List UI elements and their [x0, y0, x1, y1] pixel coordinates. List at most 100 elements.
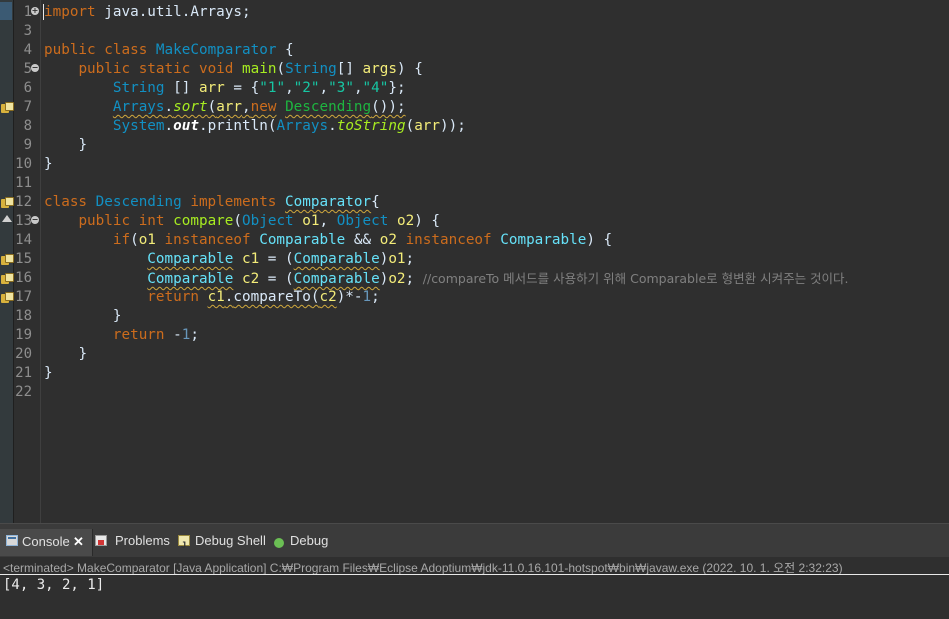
static-method: toString	[336, 118, 406, 134]
tab-debug-shell-label: Debug Shell	[195, 533, 266, 548]
code-line-18: }	[44, 307, 122, 326]
code-text: .	[164, 118, 174, 134]
fold-collapse-icon[interactable]: −	[31, 216, 39, 224]
debug-icon	[274, 538, 284, 548]
line-number: 18	[15, 308, 32, 324]
variable: c1	[207, 289, 225, 305]
warning-marker-icon[interactable]	[1, 292, 14, 303]
code-line-15: Comparable c1 = (Comparable)o1;	[44, 250, 414, 269]
code-text: (	[207, 99, 217, 115]
warning-marker-icon[interactable]	[1, 102, 14, 113]
method-name: compare	[173, 213, 234, 229]
code-editor[interactable]: 1 3 4 5 6 7 8 9 10 11 12 13 14 15 16 17 …	[0, 0, 949, 523]
method-name: println	[207, 118, 268, 134]
code-line-6: String [] arr = {"1","2","3","4"};	[44, 79, 406, 98]
code-text: }	[44, 156, 53, 172]
override-indicator-icon[interactable]	[2, 215, 12, 222]
fold-expand-icon[interactable]: +	[31, 7, 39, 15]
keyword: import	[44, 4, 96, 20]
code-text: (	[130, 232, 139, 248]
warning-marker-icon[interactable]	[1, 273, 14, 284]
code-line-8: System.out.println(Arrays.toString(arr))…	[44, 117, 466, 136]
code-line-21: }	[44, 364, 53, 383]
string-literal: "1"	[259, 80, 286, 96]
problems-icon	[95, 535, 107, 546]
parameter: o2	[379, 232, 397, 248]
keyword: class	[44, 194, 88, 210]
fold-collapse-icon[interactable]: −	[31, 64, 39, 72]
keyword: instanceof	[405, 232, 492, 248]
type-name: Comparable	[293, 251, 380, 267]
code-text: ());	[371, 99, 406, 115]
code-text: }	[44, 365, 53, 381]
code-line-1: import java.util.Arrays;	[44, 3, 251, 22]
keyword: instanceof	[164, 232, 251, 248]
variable: c1	[241, 251, 260, 267]
class-name: Arrays	[276, 118, 329, 134]
console-view[interactable]: <terminated> MakeComparator [Java Applic…	[0, 557, 949, 619]
line-number: 1	[23, 4, 32, 20]
line-number: 6	[23, 80, 32, 96]
code-line-16: Comparable c2 = (Comparable)o2; //compar…	[44, 269, 848, 288]
string-literal: "3"	[328, 80, 354, 96]
close-icon[interactable]: ✕	[73, 531, 84, 553]
method-name: main	[242, 61, 277, 77]
line-number: 16	[15, 270, 32, 286]
line-number: 13	[15, 213, 32, 229]
code-line-10: }	[44, 155, 53, 174]
type-name: Object	[336, 213, 389, 229]
code-text: []	[336, 61, 363, 77]
console-output: [4, 3, 2, 1]	[3, 577, 105, 593]
keyword: public	[44, 42, 96, 58]
class-name: MakeComparator	[155, 42, 277, 58]
code-line-5: public static void main(String[] args) {	[44, 60, 422, 79]
code-text: java.util.Arrays;	[95, 4, 251, 20]
static-field: out	[173, 118, 199, 134]
static-method: sort	[173, 99, 208, 115]
type-name: String	[112, 80, 165, 96]
warning-marker-icon[interactable]	[1, 254, 14, 265]
code-text: {	[371, 194, 380, 210]
class-name: Arrays	[112, 99, 165, 115]
line-number: 4	[23, 42, 32, 58]
code-line-4: public class MakeComparator {	[44, 41, 294, 60]
code-line-20: }	[44, 345, 87, 364]
type-name: Comparable	[259, 232, 346, 248]
code-text: ;	[371, 289, 380, 305]
keyword: int	[138, 213, 165, 229]
variable: arr	[414, 118, 441, 134]
tab-problems-label: Problems	[115, 533, 170, 548]
line-number: 8	[23, 118, 32, 134]
line-number: 15	[15, 251, 32, 267]
console-divider	[0, 574, 949, 575]
code-text: (	[276, 61, 286, 77]
code-line-7: Arrays.sort(arr,new Descending());	[44, 98, 406, 117]
code-text: }	[78, 346, 88, 362]
keyword: new	[250, 99, 277, 115]
view-tab-bar: Console ✕ Problems Debug Shell Debug	[0, 523, 949, 558]
number-literal: 1	[362, 289, 372, 305]
code-text: {	[276, 42, 294, 58]
keyword: return	[147, 289, 199, 305]
type-name: Comparable	[293, 271, 380, 287]
tab-console[interactable]: Console ✕	[0, 529, 93, 556]
line-number: 9	[23, 137, 32, 153]
code-text: ,	[319, 213, 337, 229]
code-text: = (	[259, 271, 294, 287]
code-line-19: return -1;	[44, 326, 199, 345]
variable: c2	[319, 289, 337, 305]
method-name: compareTo	[233, 289, 311, 305]
line-number: 14	[15, 232, 32, 248]
warning-marker-icon[interactable]	[1, 197, 14, 208]
code-text: []	[164, 80, 199, 96]
class-name: System	[112, 118, 165, 134]
string-literal: "2"	[293, 80, 320, 96]
variable: arr	[216, 99, 243, 115]
code-text: .	[164, 99, 174, 115]
code-text: = (	[259, 251, 294, 267]
line-number: 3	[23, 23, 32, 39]
class-name: Descending	[285, 99, 372, 115]
variable: arr	[198, 80, 225, 96]
keyword: public	[78, 61, 131, 77]
parameter: o1	[388, 251, 406, 267]
